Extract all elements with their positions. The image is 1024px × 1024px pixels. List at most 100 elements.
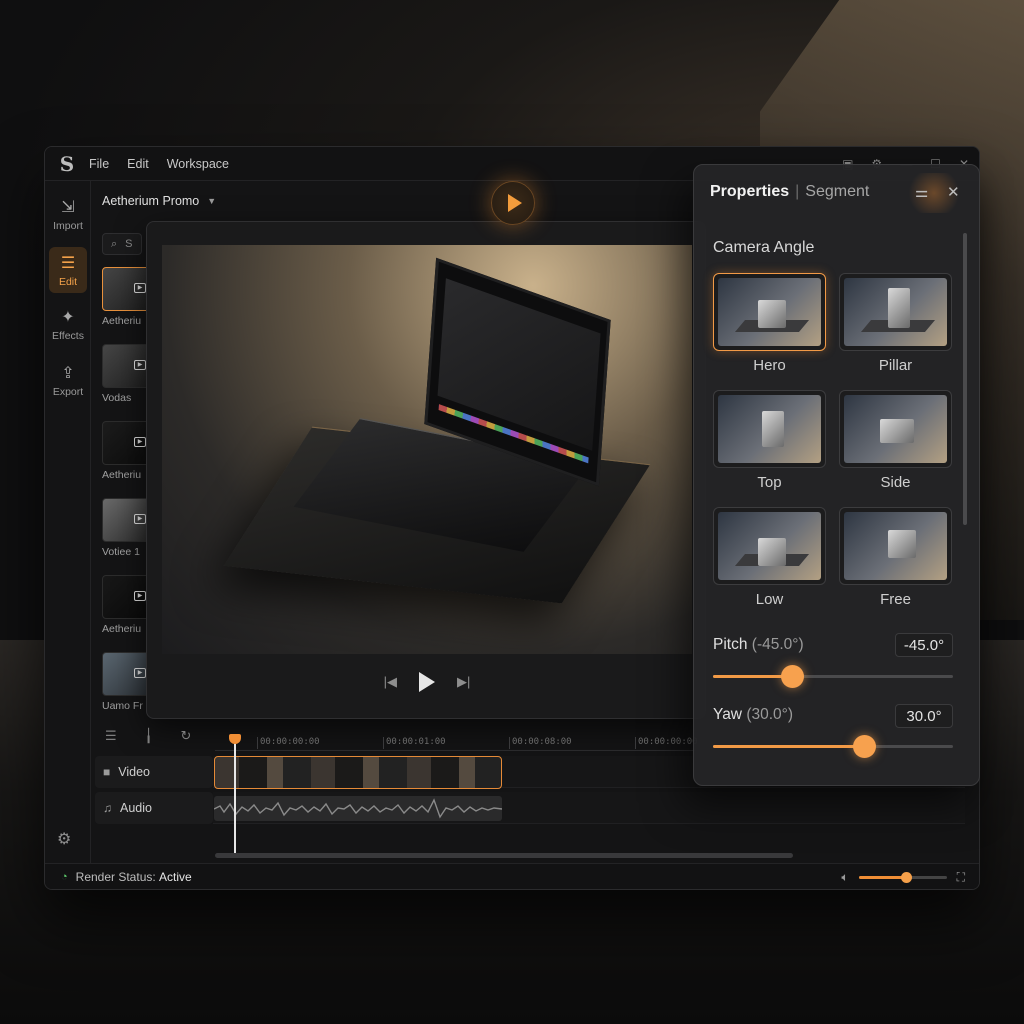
bin-item[interactable]: ▶ Uamo Fr — [102, 652, 150, 712]
close-icon[interactable]: ✕ — [947, 183, 960, 201]
volume-knob[interactable] — [901, 871, 913, 883]
play-icon: ▶ — [134, 668, 146, 678]
volume-slider[interactable] — [858, 871, 947, 883]
bin-item-label: Aetheriu — [102, 623, 142, 635]
angle-option-pillar[interactable]: Pillar — [839, 273, 952, 374]
bin-item[interactable]: ▶ Aetheriu — [102, 575, 150, 635]
menu-workspace[interactable]: Workspace — [167, 157, 229, 171]
sliders-icon: ☰ — [60, 254, 76, 272]
bin-item-label: Uamo Fr — [102, 700, 143, 712]
project-selector[interactable]: Aetherium Promo ▼ — [91, 181, 331, 221]
angle-option-free[interactable]: Free — [839, 507, 952, 608]
menu-edit[interactable]: Edit — [127, 157, 149, 171]
bin-item[interactable]: ▶ Votiee 1 — [102, 498, 150, 558]
timeline-scrollbar[interactable] — [215, 853, 793, 858]
camera-angle-thumbnail — [718, 512, 821, 580]
bin-item[interactable]: ▶ Aetheriu — [102, 267, 150, 327]
angle-thumb-frame — [713, 273, 826, 351]
render-status-value: Active — [159, 869, 192, 884]
panel-scrollbar[interactable] — [963, 233, 967, 525]
track-header-video[interactable]: ■ Video — [95, 756, 213, 788]
speaker-icon[interactable]: 🔈︎ — [841, 870, 848, 885]
bin-item[interactable]: ▶ Vodas — [102, 344, 150, 404]
pitch-paren: (-45.0°) — [751, 636, 804, 653]
angle-option-side[interactable]: Side — [839, 390, 952, 491]
rail-item-label: Import — [53, 219, 83, 232]
bin-search-placeholder: S — [125, 238, 133, 250]
bin-item-label: Votiee 1 — [102, 546, 140, 558]
camera-angle-heading: Camera Angle — [713, 239, 815, 256]
yaw-slider[interactable] — [713, 735, 953, 758]
pitch-knob[interactable] — [780, 665, 804, 688]
pitch-label: Pitch (-45.0°) — [713, 636, 804, 654]
rail-item-export[interactable]: ⇪ Export — [49, 357, 87, 403]
import-icon: ⇲ — [61, 198, 75, 216]
panel-header: Properties | Segment — [710, 183, 869, 201]
pitch-slider[interactable] — [713, 665, 953, 688]
video-preview[interactable] — [162, 245, 692, 654]
angle-thumb-frame — [713, 390, 826, 468]
bin-thumbnail: ▶ — [102, 267, 150, 311]
pitch-value-field[interactable]: -45.0° — [895, 633, 953, 657]
menu-file[interactable]: File — [89, 157, 109, 171]
angle-option-top[interactable]: Top — [713, 390, 826, 491]
rail-item-label: Effects — [52, 329, 84, 342]
angle-option-low[interactable]: Low — [713, 507, 826, 608]
video-clip[interactable] — [214, 756, 502, 789]
preview-panel: |◀ ▶| — [146, 221, 706, 719]
chevron-down-icon: ▼ — [207, 196, 217, 206]
ruler-tick: 00:00:00:00 — [635, 737, 698, 749]
transport-controls: |◀ ▶| — [147, 662, 707, 702]
camera-icon — [758, 538, 786, 566]
yaw-value-field[interactable]: 30.0° — [895, 704, 953, 728]
header-divider: | — [795, 183, 800, 200]
angle-thumb-frame — [839, 507, 952, 585]
play-icon: ▶ — [134, 283, 146, 293]
settings-gear-icon[interactable]: ⚙ — [57, 829, 71, 849]
play-icon — [508, 194, 522, 212]
play-button[interactable] — [491, 181, 535, 225]
camera-angle-thumbnail — [844, 512, 947, 580]
angle-label: Pillar — [878, 357, 913, 374]
rail-item-effects[interactable]: ✦ Effects — [49, 301, 87, 347]
pillar-icon — [888, 288, 910, 328]
angle-label: Top — [757, 474, 782, 491]
bin-thumbnail: ▶ — [102, 498, 150, 542]
play-icon[interactable] — [419, 672, 435, 692]
audio-clip[interactable] — [214, 796, 502, 821]
camera-angle-thumbnail — [718, 278, 821, 346]
track-label: Video — [118, 765, 150, 779]
timeline-ruler[interactable]: 00:00:00:00 00:00:01:00 00:00:08:00 00:0… — [215, 729, 698, 751]
skip-forward-icon[interactable]: ▶| — [457, 674, 470, 690]
adjust-icon[interactable]: ⚌ — [915, 183, 928, 201]
camera-angle-thumbnail — [844, 395, 947, 463]
ripple-icon[interactable]: ↻ — [180, 728, 191, 744]
tab-segment[interactable]: Segment — [805, 183, 869, 201]
rail-item-edit[interactable]: ☰ Edit — [49, 247, 87, 293]
list-icon[interactable]: ☰ — [105, 728, 117, 744]
skip-back-icon[interactable]: |◀ — [384, 674, 397, 690]
spinner-icon: ◔ — [61, 870, 68, 883]
angle-label: Hero — [753, 357, 786, 374]
search-icon: ⌕ — [111, 237, 118, 250]
yaw-knob[interactable] — [852, 735, 876, 758]
angle-thumb-frame — [839, 390, 952, 468]
razor-icon[interactable]: ╽ — [145, 728, 153, 744]
angle-option-hero[interactable]: Hero — [713, 273, 826, 374]
playhead[interactable] — [234, 735, 236, 853]
tab-properties[interactable]: Properties — [710, 183, 789, 201]
ruler-tick: 00:00:08:00 — [509, 737, 572, 749]
bin-item-label: Aetheriu — [102, 469, 142, 481]
properties-panel: Properties | Segment ⚌ ✕ Camera Angle He… — [693, 164, 980, 786]
rail-item-import[interactable]: ⇲ Import — [49, 191, 87, 237]
track-label: Audio — [120, 801, 152, 815]
bin-search-input[interactable]: ⌕ S — [102, 233, 142, 255]
track-header-audio[interactable]: ♫ Audio — [95, 792, 213, 824]
bin-item[interactable]: ▶ Aetheriu — [102, 421, 150, 481]
play-icon: ▶ — [134, 437, 146, 447]
fullscreen-icon[interactable]: ⛶ — [957, 870, 965, 885]
rail-item-label: Edit — [58, 275, 78, 288]
volume-control: 🔈︎ ⛶ — [841, 864, 965, 889]
tool-rail: ⇲ Import ☰ Edit ✦ Effects ⇪ Export ⚙ — [45, 181, 91, 865]
bin-item-label: Aetheriu — [102, 315, 142, 327]
